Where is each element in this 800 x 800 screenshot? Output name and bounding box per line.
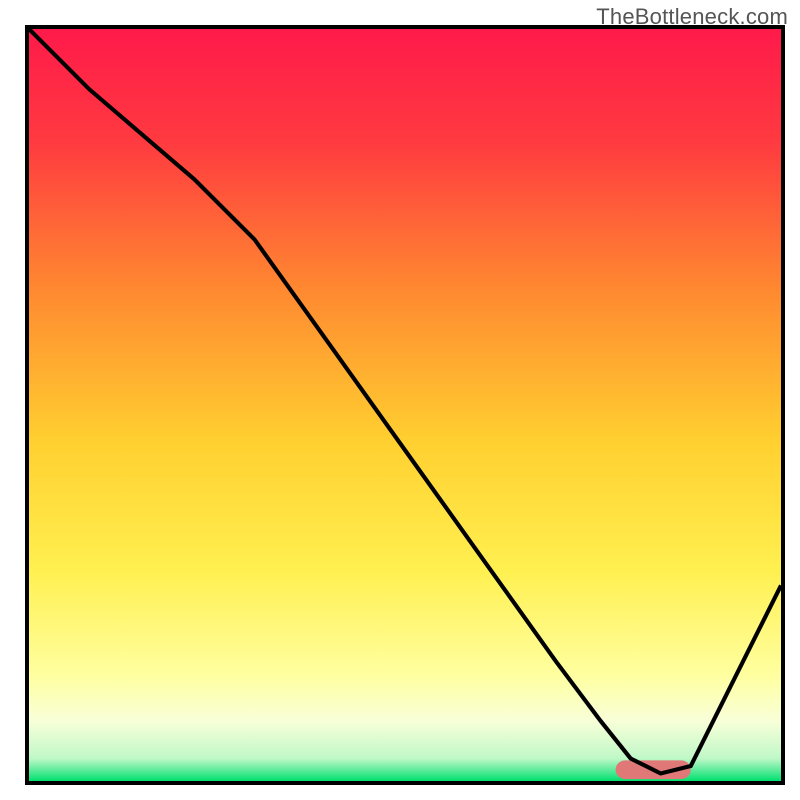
watermark-label: TheBottleneck.com [596,4,788,30]
chart-frame [25,25,785,785]
bottleneck-chart [29,29,781,781]
chart-background [29,29,781,781]
